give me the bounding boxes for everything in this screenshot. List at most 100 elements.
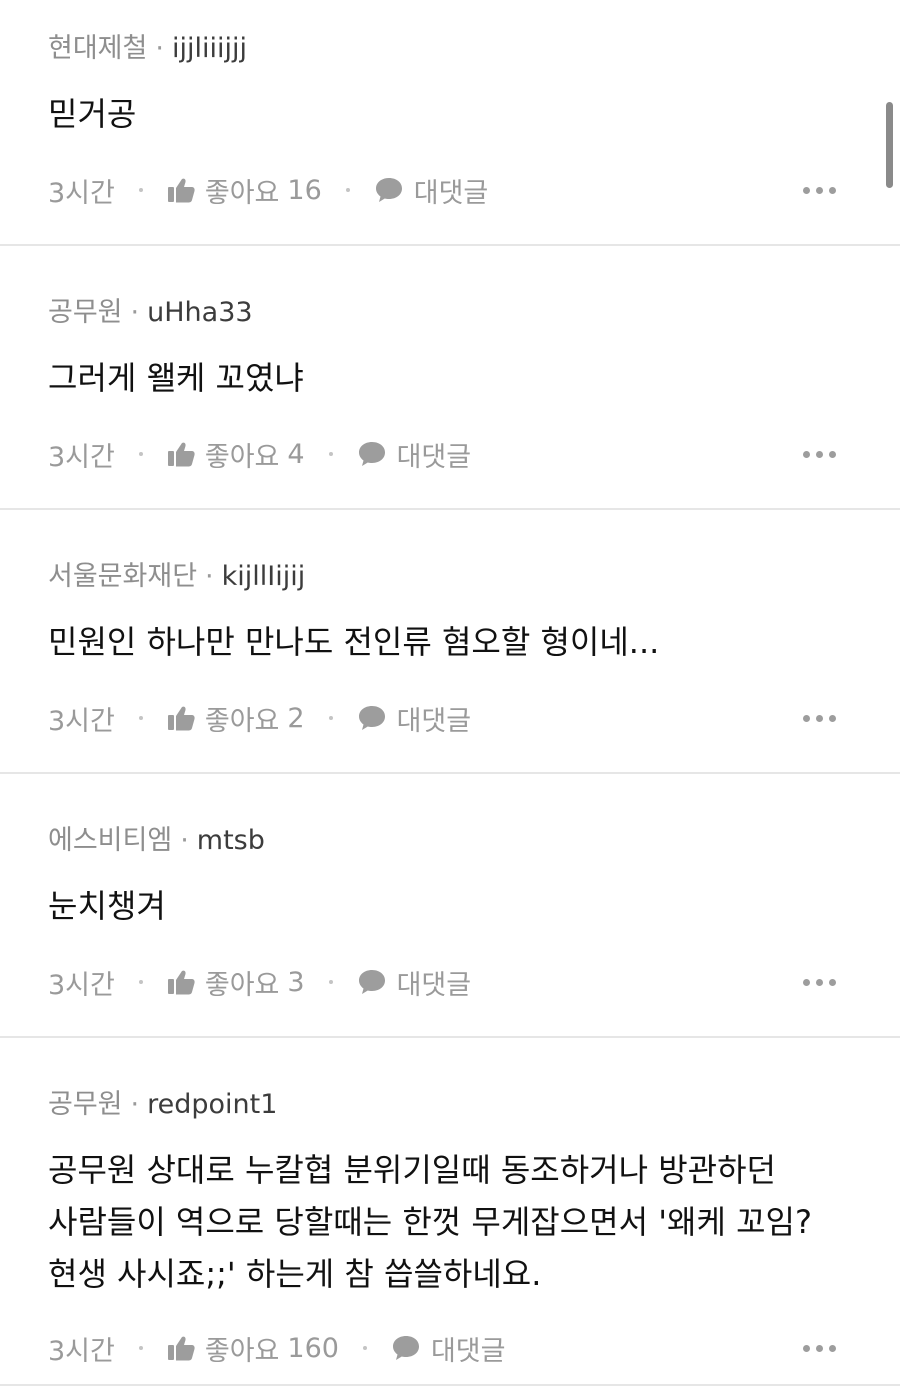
like-label: 좋아요 — [204, 441, 280, 473]
more-dots-icon — [829, 1344, 836, 1352]
thumbs-up-icon — [167, 969, 195, 995]
author-nickname[interactable]: mtsb — [197, 825, 265, 856]
comment-author: 에스비티엠 · mtsb — [48, 824, 265, 858]
action-separator — [328, 980, 333, 984]
comment-actions: 3시간 좋아요 4 대댓글 — [48, 434, 836, 474]
comment-time: 3시간 — [48, 705, 115, 737]
more-dots-icon — [816, 186, 823, 194]
speech-bubble-icon — [357, 968, 387, 996]
thumbs-up-icon — [167, 705, 195, 731]
more-dots-icon — [803, 978, 810, 986]
like-button[interactable]: 좋아요 4 — [167, 435, 305, 474]
more-dots-icon — [829, 450, 836, 458]
reply-button[interactable]: 대댓글 — [391, 1329, 506, 1368]
comment-actions: 3시간 좋아요 2 대댓글 — [48, 698, 836, 738]
like-count: 160 — [287, 1332, 339, 1364]
action-separator — [138, 1346, 143, 1350]
like-button[interactable]: 좋아요 2 — [167, 699, 305, 738]
reply-label: 대댓글 — [396, 441, 472, 473]
reply-button[interactable]: 대댓글 — [374, 171, 489, 210]
action-separator — [362, 1346, 367, 1350]
like-count: 2 — [287, 702, 305, 734]
like-label: 좋아요 — [204, 705, 280, 737]
reply-button[interactable]: 대댓글 — [357, 435, 472, 474]
comment-text: 믿거공 — [48, 95, 137, 133]
comment-text: 눈치챙겨 — [48, 887, 166, 925]
comment-author: 현대제철 · ijjliiijjj — [48, 32, 247, 66]
author-affiliation: 현대제철 — [48, 33, 148, 64]
comment-author: 서울문화재단 · kijllIijij — [48, 560, 305, 594]
more-options-button[interactable] — [803, 707, 836, 730]
more-options-button[interactable] — [803, 971, 836, 994]
action-separator — [328, 716, 333, 720]
like-label: 좋아요 — [204, 969, 280, 1001]
reply-button[interactable]: 대댓글 — [357, 699, 472, 738]
more-dots-icon — [829, 186, 836, 194]
comment-text: 그러게 왤케 꼬였냐 — [48, 359, 304, 397]
like-button[interactable]: 좋아요 16 — [167, 171, 322, 210]
comment-item: 공무원 · redpoint1 공무원 상대로 누칼협 분위기일때 동조하거나 방관… — [0, 1038, 900, 1386]
comment-item: 서울문화재단 · kijllIijij 민원인 하나만 만나도 전인류 혐오할 형이… — [0, 510, 900, 774]
like-button[interactable]: 좋아요 160 — [167, 1329, 339, 1368]
action-separator — [138, 716, 143, 720]
comment-actions: 3시간 좋아요 160 대댓글 — [48, 1328, 836, 1368]
comment-author: 공무원 · redpoint1 — [48, 1088, 277, 1122]
more-dots-icon — [816, 450, 823, 458]
more-dots-icon — [829, 978, 836, 986]
more-dots-icon — [816, 978, 823, 986]
comment-author: 공무원 · uHha33 — [48, 296, 253, 330]
more-dots-icon — [816, 1344, 823, 1352]
more-dots-icon — [816, 714, 823, 722]
meta-separator: · — [205, 561, 214, 592]
reply-label: 대댓글 — [396, 969, 472, 1001]
author-affiliation: 공무원 — [48, 1089, 123, 1120]
like-label: 좋아요 — [204, 177, 280, 209]
speech-bubble-icon — [357, 704, 387, 732]
author-nickname[interactable]: kijllIijij — [222, 561, 306, 592]
more-options-button[interactable] — [803, 443, 836, 466]
comment-text: 민원인 하나만 만나도 전인류 혐오할 형이네... — [48, 623, 660, 661]
comment-time: 3시간 — [48, 1335, 115, 1367]
more-dots-icon — [803, 186, 810, 194]
comment-item: 현대제철 · ijjliiijjj 믿거공 3시간 좋아요 16 대댓글 — [0, 0, 900, 246]
like-count: 4 — [287, 438, 305, 470]
comment-time: 3시간 — [48, 177, 115, 209]
scrollbar-thumb[interactable] — [886, 102, 893, 188]
author-nickname[interactable]: redpoint1 — [147, 1089, 277, 1120]
author-affiliation: 서울문화재단 — [48, 561, 198, 592]
reply-label: 대댓글 — [396, 705, 472, 737]
comment-actions: 3시간 좋아요 3 대댓글 — [48, 962, 836, 1002]
more-options-button[interactable] — [803, 1337, 836, 1360]
action-separator — [138, 980, 143, 984]
reply-button[interactable]: 대댓글 — [357, 963, 472, 1002]
more-dots-icon — [803, 1344, 810, 1352]
speech-bubble-icon — [374, 176, 404, 204]
reply-label: 대댓글 — [430, 1335, 506, 1367]
meta-separator: · — [155, 33, 164, 64]
more-options-button[interactable] — [803, 179, 836, 202]
like-count: 3 — [287, 966, 305, 998]
action-separator — [345, 188, 350, 192]
thumbs-up-icon — [167, 1335, 195, 1361]
more-dots-icon — [803, 450, 810, 458]
meta-separator: · — [130, 297, 140, 328]
reply-label: 대댓글 — [413, 177, 489, 209]
like-label: 좋아요 — [204, 1335, 280, 1367]
meta-separator: · — [180, 825, 189, 856]
action-separator — [138, 188, 143, 192]
author-affiliation: 공무원 — [48, 297, 123, 328]
comment-list: 현대제철 · ijjliiijjj 믿거공 3시간 좋아요 16 대댓글 공무원… — [0, 0, 900, 1386]
like-button[interactable]: 좋아요 3 — [167, 963, 305, 1002]
comment-time: 3시간 — [48, 969, 115, 1001]
comment-text: 공무원 상대로 누칼협 분위기일때 동조하거나 방관하던 사람들이 역으로 당할… — [48, 1151, 812, 1293]
author-nickname[interactable]: ijjliiijjj — [172, 33, 247, 64]
action-separator — [328, 452, 333, 456]
meta-separator: · — [130, 1089, 140, 1120]
more-dots-icon — [803, 714, 810, 722]
like-count: 16 — [287, 174, 322, 206]
comment-actions: 3시간 좋아요 16 대댓글 — [48, 170, 836, 210]
author-nickname[interactable]: uHha33 — [147, 297, 252, 328]
comment-time: 3시간 — [48, 441, 115, 473]
comment-item: 에스비티엠 · mtsb 눈치챙겨 3시간 좋아요 3 대댓글 — [0, 774, 900, 1038]
thumbs-up-icon — [167, 441, 195, 467]
